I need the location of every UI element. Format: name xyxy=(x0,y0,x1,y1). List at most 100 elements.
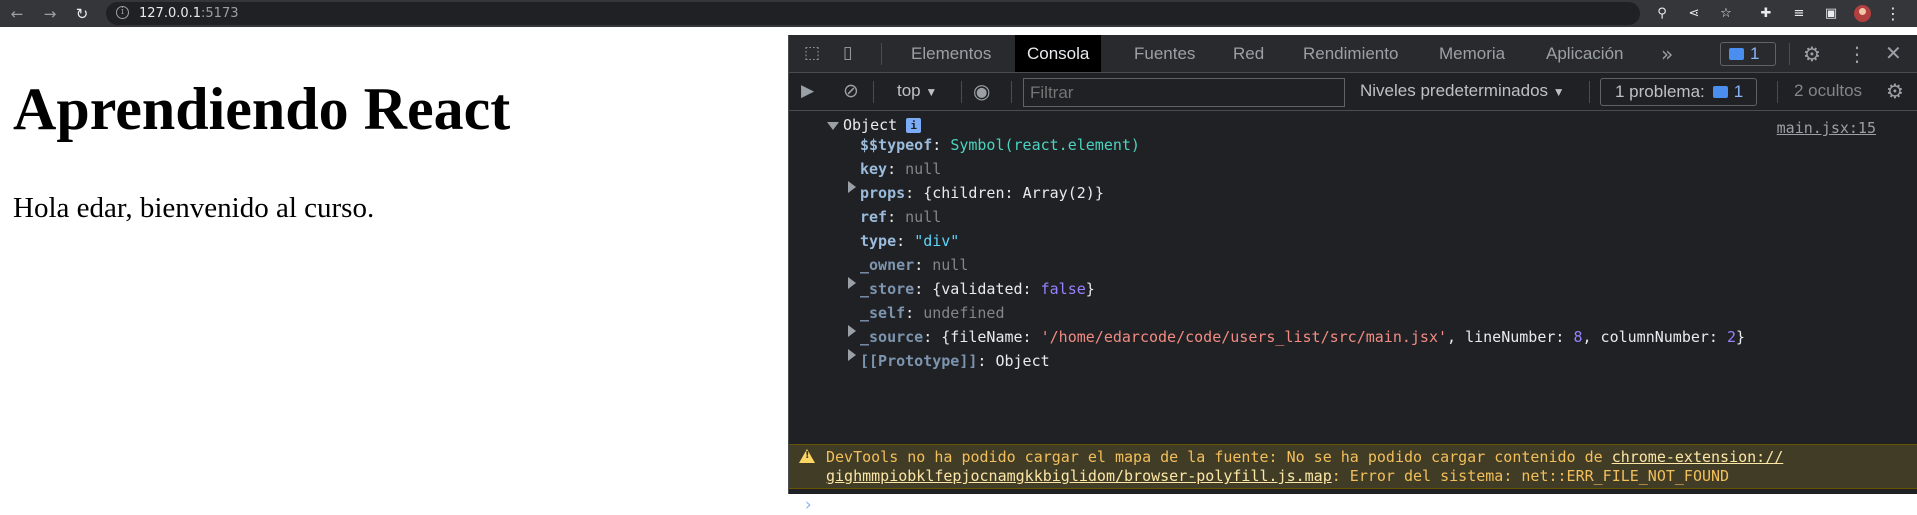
prop-value: , lineNumber: xyxy=(1447,328,1574,346)
expand-triangle-icon[interactable] xyxy=(848,325,856,337)
message-icon xyxy=(1712,86,1728,98)
divider xyxy=(1011,81,1012,103)
prop-value: Symbol(react.element) xyxy=(950,136,1140,154)
url-host: 127.0.0.1 xyxy=(139,6,202,21)
filter-input[interactable] xyxy=(1023,78,1345,107)
prop-source[interactable]: _source: {fileName: '/home/edarcode/code… xyxy=(860,326,1745,348)
prop-value: null xyxy=(905,208,942,226)
device-toolbar-icon[interactable]: ▯ xyxy=(843,43,852,63)
prop-self: _self: undefined xyxy=(860,304,1005,322)
tab-elementos[interactable]: Elementos xyxy=(899,35,1003,72)
page-viewport: Aprendiendo React Hola edar, bienvenido … xyxy=(0,35,788,494)
object-header[interactable]: Object i xyxy=(843,114,922,136)
prop-type: type: "div" xyxy=(860,232,960,250)
site-info-icon[interactable]: i xyxy=(116,6,129,19)
object-label: Object xyxy=(843,116,898,134)
tab-red[interactable]: Red xyxy=(1221,35,1276,72)
prop-key: ref xyxy=(860,208,888,226)
inspect-element-icon[interactable]: ⬚ xyxy=(804,43,820,63)
prop-value: } xyxy=(1736,328,1746,346)
prop-store[interactable]: _store: {validated: false} xyxy=(860,278,1095,300)
divider xyxy=(881,43,882,65)
hidden-count: 2 ocultos xyxy=(1794,81,1863,100)
expand-triangle-icon[interactable] xyxy=(848,349,856,361)
devtools-tab-bar: ⬚ ▯ Elementos Consola Fuentes Red Rendim… xyxy=(789,35,1917,73)
prop-value: {fileName: xyxy=(941,328,1041,346)
prop-key: key xyxy=(860,160,888,178)
warning-text: : Error del sistema: net::ERR_FILE_NOT_F… xyxy=(1331,467,1730,485)
warning-link[interactable]: chrome-extension:// xyxy=(1612,448,1784,466)
prop-key: props xyxy=(860,184,906,202)
browser-toolbar: ← → ↻ i 127.0.0.1:5173 ⚲ ⋖ ☆ ✚ ≡ ▣ ⋮ xyxy=(0,0,1917,27)
warning-text: DevTools no ha podido cargar el mapa de … xyxy=(826,448,1612,466)
reload-icon[interactable]: ↻ xyxy=(71,3,93,25)
info-icon[interactable]: i xyxy=(906,118,922,133)
prop-value: } xyxy=(1085,280,1095,298)
prop-props[interactable]: props: {children: Array(2)} xyxy=(860,182,1104,204)
divider xyxy=(1789,43,1790,65)
prop-value: "div" xyxy=(914,232,960,250)
prop-value: null xyxy=(932,256,969,274)
warning-icon xyxy=(799,449,815,463)
devtools-panel: ⬚ ▯ Elementos Consola Fuentes Red Rendim… xyxy=(788,35,1917,515)
prop-key: _self xyxy=(860,304,906,322)
menu-icon[interactable]: ⋮ xyxy=(1883,4,1903,24)
prop-value: , columnNumber: xyxy=(1582,328,1727,346)
address-bar[interactable]: i 127.0.0.1:5173 xyxy=(106,2,1640,25)
context-label: top xyxy=(897,81,921,100)
forward-icon[interactable]: → xyxy=(39,3,61,25)
url-text[interactable]: 127.0.0.1:5173 xyxy=(139,6,239,21)
prop-value: Object xyxy=(995,352,1050,370)
message-icon xyxy=(1729,48,1744,60)
bookmark-star-icon[interactable]: ☆ xyxy=(1716,4,1736,24)
prop-ref: ref: null xyxy=(860,208,942,226)
tab-aplicacion[interactable]: Aplicación xyxy=(1534,35,1636,72)
side-panel-icon[interactable]: ▣ xyxy=(1821,4,1841,24)
live-expression-eye-icon[interactable]: ◉ xyxy=(973,79,990,103)
context-selector[interactable]: top ▼ xyxy=(897,81,937,101)
expand-triangle-icon[interactable] xyxy=(848,181,856,193)
prop-key: type xyxy=(860,232,897,250)
warning-link[interactable]: gighmmpiobklfepjocnamgkkbiglidom/browser… xyxy=(826,467,1332,485)
tab-fuentes[interactable]: Fuentes xyxy=(1122,35,1207,72)
more-tabs-icon[interactable]: » xyxy=(1661,42,1673,66)
console-prompt[interactable]: › xyxy=(803,495,813,515)
prop-value: Array(2) xyxy=(1022,184,1095,202)
problems-button[interactable]: 1 problema: 1 xyxy=(1600,78,1757,106)
sidebar-toggle-icon[interactable]: ▶ xyxy=(801,81,814,101)
page-paragraph: Hola edar, bienvenido al curso. xyxy=(13,192,375,224)
problems-count: 1 xyxy=(1733,82,1744,101)
profile-avatar[interactable] xyxy=(1854,5,1871,22)
prop-prototype[interactable]: [[Prototype]]: Object xyxy=(860,350,1050,372)
prop-value: } xyxy=(1094,184,1104,202)
tab-memoria[interactable]: Memoria xyxy=(1427,35,1517,72)
console-output: main.jsx:15 Object i $$typeof: Symbol(re… xyxy=(789,111,1917,515)
issues-badge[interactable]: 1 xyxy=(1720,42,1776,66)
dropdown-arrow-icon: ▼ xyxy=(1552,85,1565,99)
prop-typeof: $$typeof: Symbol(react.element) xyxy=(860,136,1140,154)
prop-key: _store xyxy=(860,280,915,298)
log-levels-label: Niveles predeterminados xyxy=(1360,81,1549,100)
zoom-icon[interactable]: ⚲ xyxy=(1652,4,1672,24)
tab-rendimiento[interactable]: Rendimiento xyxy=(1291,35,1410,72)
source-link[interactable]: main.jsx:15 xyxy=(1777,119,1876,137)
tab-consola[interactable]: Consola xyxy=(1015,35,1102,72)
prop-value: {validated: xyxy=(932,280,1041,298)
share-icon[interactable]: ⋖ xyxy=(1684,4,1704,24)
clear-console-icon[interactable]: ⊘ xyxy=(843,80,859,102)
warning-line-1: DevTools no ha podido cargar el mapa de … xyxy=(826,447,1783,467)
media-queue-icon[interactable]: ≡ xyxy=(1789,4,1809,24)
log-levels-dropdown[interactable]: Niveles predeterminados ▼ xyxy=(1360,81,1565,101)
console-settings-gear-icon[interactable]: ⚙ xyxy=(1886,79,1904,103)
back-icon[interactable]: ← xyxy=(6,3,28,25)
collapse-triangle-icon[interactable] xyxy=(827,122,839,130)
problems-label: 1 problema: xyxy=(1615,82,1705,101)
prop-key: $$typeof xyxy=(860,136,933,154)
more-options-icon[interactable]: ⋮ xyxy=(1847,42,1867,66)
close-icon[interactable]: ✕ xyxy=(1885,41,1902,65)
prop-value: {children: xyxy=(923,184,1023,202)
issues-badge-count: 1 xyxy=(1750,44,1760,63)
extensions-icon[interactable]: ✚ xyxy=(1756,4,1776,24)
settings-gear-icon[interactable]: ⚙ xyxy=(1803,42,1821,66)
expand-triangle-icon[interactable] xyxy=(848,277,856,289)
